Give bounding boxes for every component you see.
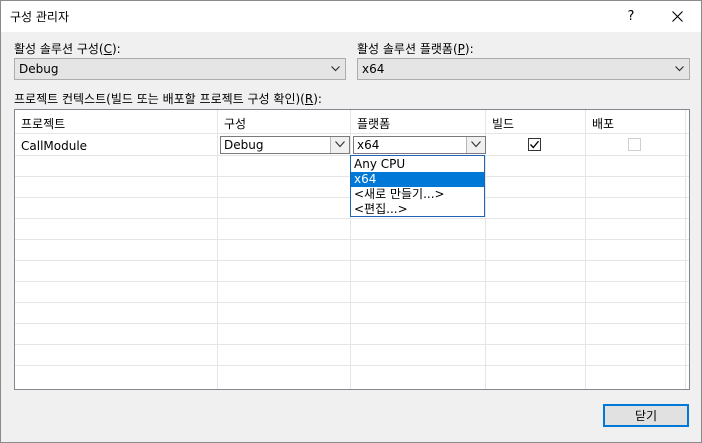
project-platform-dropdown-button[interactable] [466, 137, 485, 153]
project-config-dropdown-button[interactable] [330, 137, 349, 153]
column-header-platform[interactable]: 플랫폼 [351, 110, 486, 134]
row-divider [15, 260, 689, 261]
chevron-down-icon [675, 66, 684, 72]
column-header-project[interactable]: 프로젝트 [15, 110, 218, 134]
row-divider [15, 344, 689, 345]
row-divider [15, 281, 689, 282]
project-contexts-label: 프로젝트 컨텍스트(빌드 또는 배포할 프로젝트 구성 확인)(R): [14, 92, 322, 106]
column-divider [585, 134, 586, 389]
column-divider [485, 134, 486, 389]
row-divider [15, 218, 689, 219]
column-divider [217, 134, 218, 389]
dropdown-option-new[interactable]: <새로 만들기...> [351, 187, 484, 202]
dialog-title: 구성 관리자 [10, 10, 70, 24]
configuration-manager-dialog: 구성 관리자 ? 활성 솔루션 구성(C): Debug 활성 솔루션 플랫폼(… [0, 0, 702, 443]
platform-dropdown-list: Any CPU x64 <새로 만들기...> <편집...> [350, 155, 485, 217]
deploy-checkbox[interactable] [628, 138, 641, 151]
row-divider [15, 302, 689, 303]
row-divider [15, 239, 689, 240]
grid-header: 프로젝트 구성 플랫폼 빌드 배포 [15, 110, 689, 134]
column-header-config[interactable]: 구성 [218, 110, 351, 134]
project-name-cell: CallModule [21, 139, 88, 153]
dropdown-option-edit[interactable]: <편집...> [351, 202, 484, 217]
chevron-down-icon [471, 141, 481, 148]
column-header-build[interactable]: 빌드 [486, 110, 586, 134]
project-contexts-grid: 프로젝트 구성 플랫폼 빌드 배포 CallModule Debug x64 [14, 109, 690, 390]
row-divider [15, 323, 689, 324]
dropdown-option-any-cpu[interactable]: Any CPU [351, 157, 484, 172]
close-window-button[interactable] [654, 1, 701, 32]
solution-platform-value: x64 [362, 62, 385, 76]
project-config-select[interactable]: Debug [220, 136, 350, 154]
chevron-down-icon [335, 141, 345, 148]
build-checkbox[interactable] [528, 138, 541, 151]
solution-platform-label: 활성 솔루션 플랫폼(P): [357, 42, 474, 56]
solution-config-value: Debug [19, 62, 59, 76]
column-header-deploy[interactable]: 배포 [586, 110, 686, 134]
chevron-down-icon [331, 66, 340, 72]
checkmark-icon [530, 140, 540, 149]
row-divider [15, 365, 689, 366]
title-bar: 구성 관리자 ? [1, 1, 701, 32]
help-button[interactable]: ? [608, 1, 654, 32]
solution-platform-select[interactable]: x64 [357, 58, 690, 80]
dropdown-option-x64[interactable]: x64 [351, 172, 484, 187]
project-config-value: Debug [224, 138, 264, 152]
solution-config-label: 활성 솔루션 구성(C): [14, 42, 121, 56]
project-platform-select[interactable]: x64 [353, 136, 486, 154]
column-divider [685, 134, 686, 389]
project-platform-value: x64 [357, 138, 380, 152]
solution-config-select[interactable]: Debug [14, 58, 346, 80]
close-button[interactable]: 닫기 [603, 404, 689, 427]
close-icon [672, 11, 683, 22]
